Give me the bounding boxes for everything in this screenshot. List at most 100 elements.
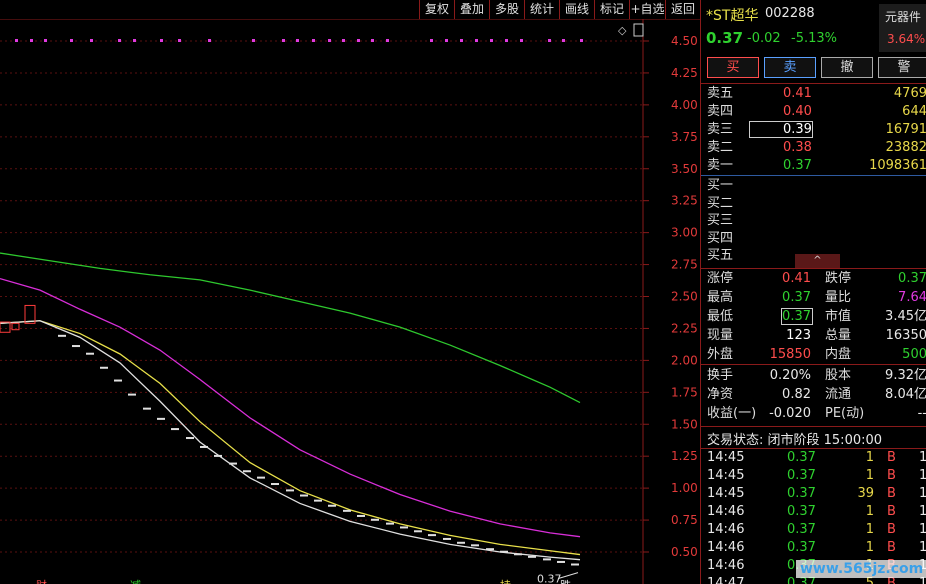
ask-volume: 23882 [885,140,926,155]
tick-row: 14:45 0.37 1 B 1 [701,467,926,485]
candle-down [514,553,522,556]
event-marker: 财 [36,578,47,584]
bid-row[interactable]: 买一 [701,177,926,195]
signal-dot [160,39,163,42]
stat-shares-label: 股本 [825,368,852,383]
stat-eps-label: 收益(一) [707,406,757,421]
tick-volume: 1 [865,468,874,483]
tick-side: B [887,468,896,483]
tick-row: 14:45 0.37 1 B 1 [701,449,926,467]
signal-dot [490,39,493,42]
tick-count: 1 [919,486,926,501]
ask-row[interactable]: 卖二 0.38 23882 [701,139,926,157]
candle-down [200,445,208,448]
panel-toggle-icon [633,23,644,37]
event-marker: 跌 [560,578,571,584]
toolbar-item-0[interactable]: 复权 [419,0,454,19]
candle-down [400,526,408,529]
tick-volume: 1 [865,522,874,537]
tick-price: 0.37 [787,450,816,465]
stat-vol-ratio-label: 量比 [825,290,852,305]
stat-inner-label: 内盘 [825,347,852,362]
tick-volume: 1 [865,504,874,519]
tick-count: 1 [919,504,926,519]
stats-row: 换手 0.20% 股本 9.32亿 [701,367,926,385]
stat-mkt-cap-label: 市值 [825,309,852,324]
stock-price: 0.37 [706,29,744,47]
toolbar-item-7[interactable]: 返回 [665,0,700,19]
signal-dot [296,39,299,42]
stat-low-label: 最低 [707,309,734,324]
stat-nav: 0.82 [782,387,811,402]
candle-down [443,537,451,540]
ask-row[interactable]: 卖四 0.40 644 [701,103,926,121]
toolbar-item-5[interactable]: 标记 [594,0,629,19]
toolbar-item-4[interactable]: 画线 [559,0,594,19]
toolbar-item-2[interactable]: 多股 [489,0,524,19]
stat-limit-up: 0.41 [782,271,811,286]
candle-down [100,366,108,369]
chevron-up-icon[interactable]: ^ [795,254,840,268]
buy-button[interactable]: 买 [707,57,759,78]
ask-volume: 4769 [893,86,926,101]
ask-price: 0.41 [783,86,812,101]
candle-down [157,417,165,420]
tick-price: 0.37 [787,504,816,519]
stat-float-label: 流通 [825,387,852,402]
y-tick-label: 3.75 [671,130,698,144]
y-tick-label: 1.00 [671,481,698,495]
signal-dot [580,39,583,42]
stat-float: 8.04亿 [885,387,926,402]
event-marker: 持 [500,578,511,584]
candle-down [357,514,365,517]
candle-down [528,555,536,558]
stat-turnover: 0.20% [769,368,811,383]
toolbar-item-1[interactable]: 叠加 [454,0,489,19]
ask-row[interactable]: 卖五 0.41 4769 [701,85,926,103]
y-tick-label: 3.50 [671,162,698,176]
ask-label: 卖四 [707,104,734,119]
stat-outer: 15850 [769,347,811,362]
y-tick-label: 0.50 [671,545,698,559]
candle-down [243,470,251,473]
quote-panel: *ST超华 002288 0.37 -0.02 -5.13% 元器件 3.64%… [700,0,926,584]
toolbar-item-6[interactable]: +自选 [629,0,665,19]
tick-count: 1 [919,540,926,555]
ma-green-line [0,252,581,404]
bid-row[interactable]: 买三 [701,212,926,230]
candle-down [257,476,265,479]
y-tick-label: 3.25 [671,194,698,208]
bid-label: 买四 [707,230,734,246]
alert-button[interactable]: 警 [878,57,926,78]
signal-dot [328,39,331,42]
stat-pe-label: PE(动) [825,406,865,421]
ask-row[interactable]: 卖一 0.37 1098361 [701,157,926,175]
candle-down [300,494,308,497]
cancel-order-button[interactable]: 撤 [821,57,873,78]
signal-dot [70,39,73,42]
ask-row[interactable]: 卖三 0.39 16791 [701,121,926,139]
toolbar-item-3[interactable]: 统计 [524,0,559,19]
signal-dot [208,39,211,42]
stock-code: 002288 [765,6,815,21]
bid-row[interactable]: 买四 [701,230,926,248]
ma-white-line [0,320,581,561]
candle-down [86,352,94,355]
candle-down [58,334,66,337]
tick-side: B [887,504,896,519]
stat-turnover-label: 换手 [707,368,734,383]
candle-down [486,548,494,551]
sector-box[interactable]: 元器件 3.64% [879,4,926,52]
kline-chart[interactable]: 4.50 4.25 4.00 3.75 3.50 3.25 3.00 2.75 2.50 2.25… [0,18,700,584]
stat-vol-ratio: 7.64 [898,290,926,305]
signal-dot [15,39,18,42]
stat-eps: -0.020 [769,406,811,421]
tick-time: 14:45 [707,486,745,501]
bid-row[interactable]: 买二 [701,195,926,213]
y-tick-label: 2.75 [671,258,698,272]
tick-row: 14:45 0.37 39 B 1 [701,485,926,503]
sell-button[interactable]: 卖 [764,57,816,78]
chart-toolbar: 复权 叠加 多股 统计 画线 标记 +自选 返回 [0,0,700,19]
ask-volume: 644 [902,104,926,119]
tick-side: B [887,486,896,501]
